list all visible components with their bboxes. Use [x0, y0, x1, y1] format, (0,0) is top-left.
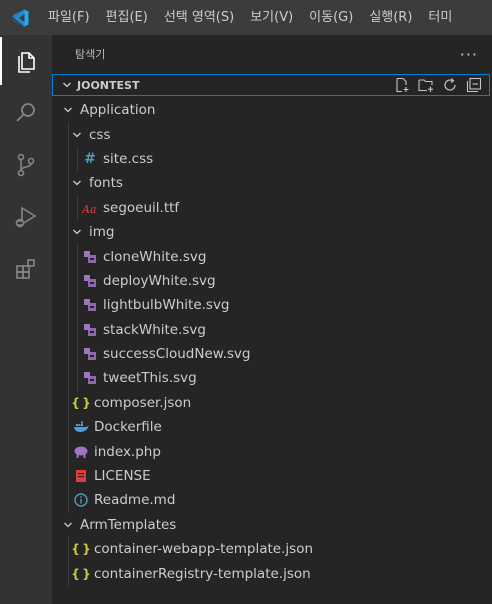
- tree-folder[interactable]: fonts: [52, 171, 492, 196]
- json-icon: { }: [71, 395, 91, 410]
- menu-bar: 파일(F) 편집(E) 선택 영역(S) 보기(V) 이동(G) 실행(R) 터미: [0, 0, 492, 35]
- new-folder-icon[interactable]: [417, 76, 435, 94]
- tree-file[interactable]: cloneWhite.svg: [52, 244, 492, 269]
- extensions-icon[interactable]: [0, 245, 52, 293]
- tree-item-label: index.php: [94, 443, 161, 460]
- tree-folder[interactable]: css: [52, 122, 492, 147]
- tree-item-label: successCloudNew.svg: [103, 346, 251, 363]
- file-tree: Application css # site.css fonts Aa segoeuil.t…: [52, 98, 492, 586]
- workspace-title: JOONTEST: [77, 78, 140, 92]
- menu-item[interactable]: 편집(E): [98, 0, 156, 35]
- chevron-down-icon: [57, 80, 77, 90]
- explorer-icon[interactable]: [0, 37, 52, 85]
- license-icon: [73, 468, 89, 484]
- tree-item-label: segoeuil.ttf: [103, 199, 180, 216]
- collapse-all-icon[interactable]: [465, 76, 483, 94]
- tree-file[interactable]: { } container-webapp-template.json: [52, 537, 492, 562]
- activity-bar: [0, 35, 52, 604]
- menu-item[interactable]: 이동(G): [301, 0, 361, 35]
- tree-item-label: stackWhite.svg: [103, 321, 206, 338]
- json-icon: { }: [71, 542, 91, 557]
- svg-icon: [82, 273, 98, 289]
- new-file-icon[interactable]: [393, 76, 411, 94]
- tree-file[interactable]: Aa segoeuil.ttf: [52, 195, 492, 220]
- chevron-down-icon: [60, 102, 76, 118]
- explorer-header: 탐색기 ···: [52, 35, 492, 73]
- svg-text:Aa: Aa: [82, 203, 97, 215]
- menu-item[interactable]: 파일(F): [40, 0, 98, 35]
- info-icon: [73, 492, 89, 508]
- svg-icon: [82, 346, 98, 362]
- tree-item-label: lightbulbWhite.svg: [103, 297, 230, 314]
- tree-file[interactable]: tweetThis.svg: [52, 366, 492, 391]
- tree-folder[interactable]: ArmTemplates: [52, 513, 492, 537]
- docker-icon: [73, 419, 89, 435]
- tree-file[interactable]: stackWhite.svg: [52, 317, 492, 342]
- tree-item-label: container-webapp-template.json: [94, 541, 314, 558]
- tree-item-label: containerRegistry-template.json: [94, 565, 311, 582]
- menu-item[interactable]: 선택 영역(S): [156, 0, 242, 35]
- tree-file[interactable]: { } containerRegistry-template.json: [52, 561, 492, 586]
- json-icon: { }: [71, 566, 91, 581]
- run-debug-icon[interactable]: [0, 193, 52, 241]
- chevron-down-icon: [69, 224, 85, 240]
- svg-icon: [82, 249, 98, 265]
- svg-icon: [82, 297, 98, 313]
- font-icon: Aa: [82, 200, 98, 216]
- tree-item-label: Dockerfile: [94, 419, 162, 436]
- tree-item-label: ArmTemplates: [80, 516, 177, 533]
- tree-item-label: LICENSE: [94, 468, 151, 485]
- more-actions-icon[interactable]: ···: [460, 45, 478, 64]
- tree-item-label: img: [89, 224, 115, 241]
- tree-file[interactable]: # site.css: [52, 146, 492, 172]
- tree-item-label: Readme.md: [94, 492, 176, 509]
- tree-item-label: composer.json: [94, 394, 192, 411]
- tree-item-label: site.css: [103, 150, 154, 167]
- tree-file[interactable]: successCloudNew.svg: [52, 341, 492, 367]
- vscode-logo-icon: [0, 0, 40, 35]
- chevron-down-icon: [69, 175, 85, 191]
- tree-folder[interactable]: img: [52, 219, 492, 245]
- svg-icon: [82, 322, 98, 338]
- tree-item-label: tweetThis.svg: [103, 370, 197, 387]
- tree-item-label: deployWhite.svg: [103, 272, 216, 289]
- tree-folder[interactable]: Application: [52, 98, 492, 122]
- tree-file[interactable]: deployWhite.svg: [52, 268, 492, 294]
- tree-file[interactable]: index.php: [52, 439, 492, 464]
- tree-file[interactable]: Dockerfile: [52, 415, 492, 440]
- tree-item-label: fonts: [89, 175, 123, 192]
- tree-item-label: Application: [80, 102, 156, 119]
- search-icon[interactable]: [0, 89, 52, 137]
- menu-item[interactable]: 실행(R): [361, 0, 420, 35]
- tree-item-label: css: [89, 126, 111, 143]
- tree-file[interactable]: Readme.md: [52, 488, 492, 513]
- refresh-icon[interactable]: [441, 76, 459, 94]
- menu-item[interactable]: 보기(V): [242, 0, 301, 35]
- hash-icon: #: [84, 150, 96, 167]
- menu-item[interactable]: 터미: [420, 0, 460, 35]
- chevron-down-icon: [69, 127, 85, 143]
- chevron-down-icon: [60, 517, 76, 533]
- tree-file[interactable]: lightbulbWhite.svg: [52, 293, 492, 318]
- php-icon: [73, 444, 89, 460]
- source-control-icon[interactable]: [0, 141, 52, 189]
- svg-icon: [82, 370, 98, 386]
- workspace-section-header[interactable]: JOONTEST: [52, 74, 490, 96]
- tree-file[interactable]: LICENSE: [52, 463, 492, 489]
- tree-item-label: cloneWhite.svg: [103, 248, 207, 265]
- explorer-title: 탐색기: [75, 48, 106, 61]
- tree-file[interactable]: { } composer.json: [52, 390, 492, 416]
